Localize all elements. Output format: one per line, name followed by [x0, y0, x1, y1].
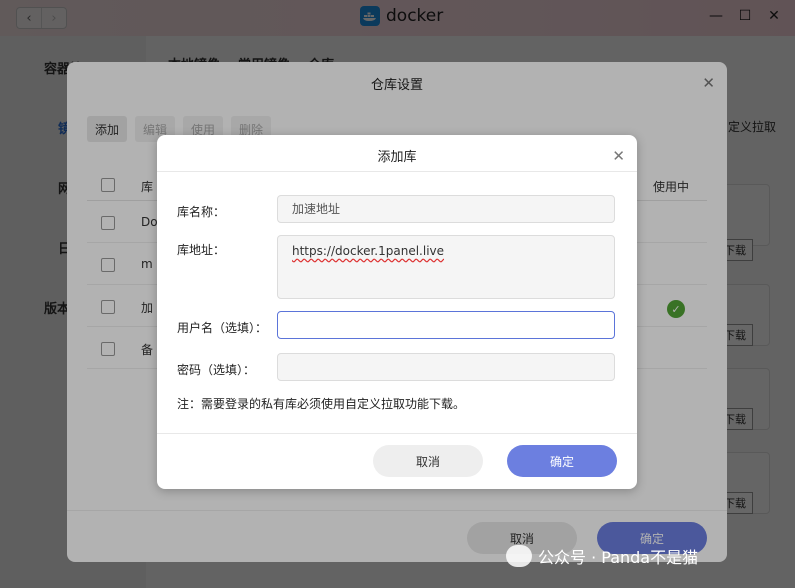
dialog-header: 添加库 ✕	[157, 135, 637, 172]
password-label: 密码（选填）：	[177, 363, 256, 377]
cancel-button[interactable]: 取消	[373, 445, 483, 477]
watermark: 公众号 · Panda不是猫	[506, 544, 698, 568]
username-input[interactable]	[277, 311, 615, 339]
password-input[interactable]	[277, 353, 615, 381]
username-label: 用户名（选填）：	[177, 321, 268, 335]
repo-address-label: 库地址：	[177, 243, 226, 257]
repo-address-value: https://docker.1panel.live	[292, 244, 445, 258]
repo-name-input[interactable]: 加速地址	[277, 195, 615, 223]
watermark-text: 公众号 · Panda不是猫	[538, 548, 699, 567]
add-repo-dialog: 添加库 ✕ 库名称： 加速地址 库地址： https://docker.1pan…	[157, 135, 637, 489]
wechat-icon	[506, 545, 532, 567]
repo-name-label: 库名称：	[177, 205, 226, 219]
note-text: 注：需要登录的私有库必须使用自定义拉取功能下载。	[177, 397, 466, 411]
close-icon[interactable]: ✕	[612, 147, 625, 165]
repo-address-textarea[interactable]: https://docker.1panel.live	[277, 235, 615, 299]
dialog-title: 添加库	[377, 150, 417, 165]
confirm-button[interactable]: 确定	[507, 445, 617, 477]
